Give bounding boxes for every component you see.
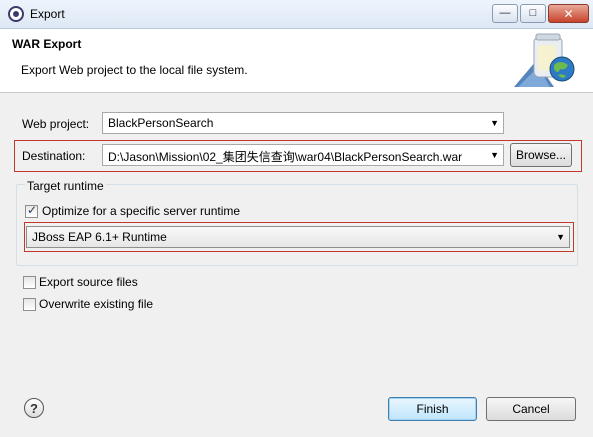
browse-label: Browse... <box>515 148 566 162</box>
destination-combo[interactable]: D:\Jason\Mission\02_集团失信查询\war04\BlackPe… <box>102 144 504 166</box>
export-source-label[interactable]: Export source files <box>39 275 138 289</box>
maximize-icon: □ <box>529 7 537 19</box>
web-project-label: Web project: <box>22 117 90 131</box>
target-runtime-title: Target runtime <box>25 179 106 193</box>
wizard-title: WAR Export <box>12 37 82 51</box>
window-title: Export <box>30 7 65 21</box>
wizard-description: Export Web project to the local file sys… <box>21 63 248 77</box>
maximize-button[interactable]: □ <box>520 4 546 23</box>
overwrite-label[interactable]: Overwrite existing file <box>39 297 153 311</box>
eclipse-icon <box>8 6 24 22</box>
optimize-label[interactable]: Optimize for a specific server runtime <box>42 204 240 218</box>
help-icon[interactable]: ? <box>24 398 44 418</box>
cancel-label: Cancel <box>512 402 550 416</box>
optimize-checkbox[interactable] <box>25 203 38 218</box>
web-project-value: BlackPersonSearch <box>108 116 214 130</box>
dropdown-arrow-icon: ▼ <box>556 232 565 242</box>
destination-label: Destination: <box>22 149 86 163</box>
finish-label: Finish <box>416 402 449 416</box>
finish-button[interactable]: Finish <box>388 397 477 421</box>
cancel-button[interactable]: Cancel <box>486 397 576 421</box>
war-export-icon <box>514 33 575 87</box>
overwrite-checkbox[interactable] <box>23 298 36 311</box>
browse-button[interactable]: Browse... <box>510 143 572 167</box>
dropdown-arrow-icon: ▼ <box>490 150 499 160</box>
runtime-value: JBoss EAP 6.1+ Runtime <box>32 230 167 244</box>
close-button[interactable]: ✕ <box>548 4 589 23</box>
minimize-icon: — <box>499 7 511 19</box>
minimize-button[interactable]: — <box>492 4 518 23</box>
wizard-banner: WAR Export Export Web project to the loc… <box>0 29 593 93</box>
web-project-combo[interactable]: BlackPersonSearch ▼ <box>102 112 504 134</box>
export-source-checkbox[interactable] <box>23 276 36 289</box>
title-bar[interactable]: Export — □ ✕ <box>0 0 593 29</box>
runtime-combo[interactable]: JBoss EAP 6.1+ Runtime ▼ <box>26 226 570 248</box>
dropdown-arrow-icon: ▼ <box>490 118 499 128</box>
destination-value: D:\Jason\Mission\02_集团失信查询\war04\BlackPe… <box>108 150 463 164</box>
close-icon: ✕ <box>563 6 574 21</box>
